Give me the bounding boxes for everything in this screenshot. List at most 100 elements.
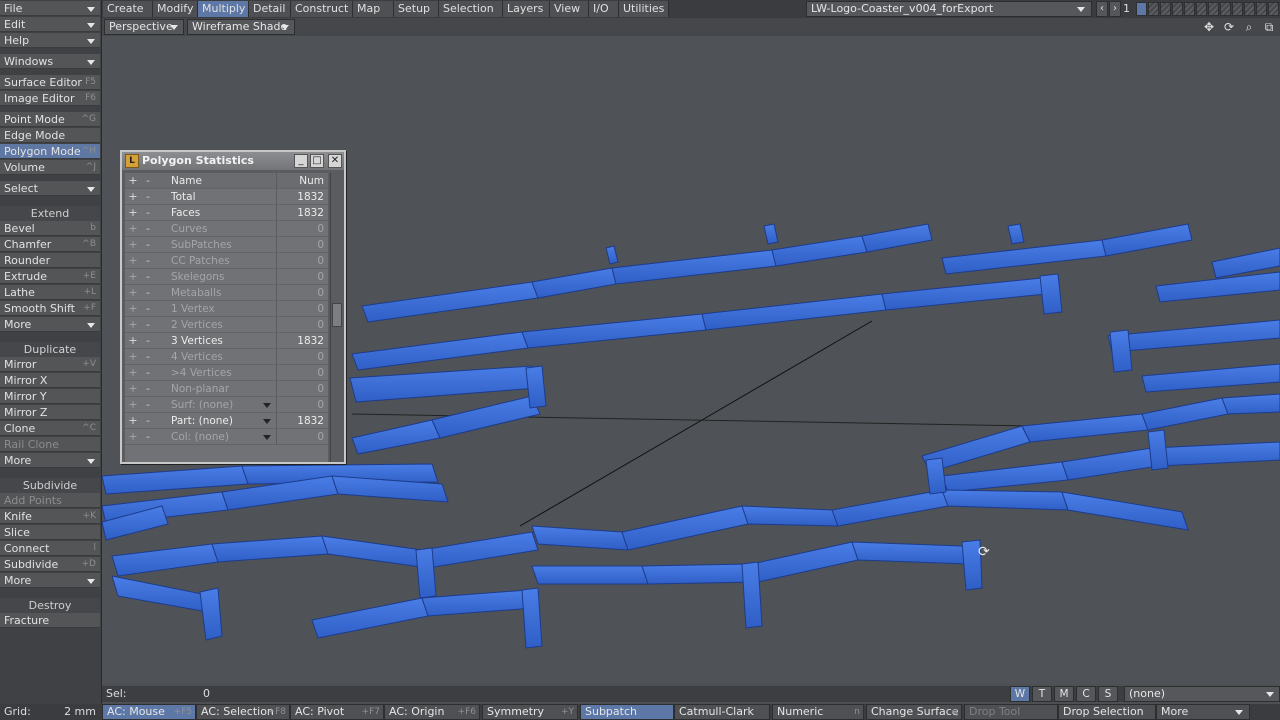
extrude-button[interactable]: Extrude +E bbox=[0, 269, 100, 284]
view-morph-button[interactable]: M bbox=[1054, 686, 1074, 702]
ac-origin-button[interactable]: AC: Origin +F6 bbox=[384, 704, 480, 720]
maximize-button[interactable]: □ bbox=[310, 154, 324, 168]
windows-menu[interactable]: Windows bbox=[0, 54, 100, 69]
rotate-view-icon[interactable]: ⟳ bbox=[1220, 19, 1238, 35]
minus-button[interactable]: - bbox=[141, 205, 155, 221]
vertex-map-select[interactable]: (none) bbox=[1124, 686, 1280, 702]
table-row[interactable]: + - SubPatches 0 bbox=[125, 237, 328, 253]
mirror-y-button[interactable]: Mirror Y bbox=[0, 389, 100, 404]
minus-button[interactable]: - bbox=[141, 349, 155, 365]
chamfer-button[interactable]: Chamfer ^B bbox=[0, 237, 100, 252]
layer-cell[interactable] bbox=[1172, 2, 1183, 16]
ac-pivot-button[interactable]: AC: Pivot +F7 bbox=[290, 704, 384, 720]
minus-button[interactable]: - bbox=[141, 429, 155, 445]
view-texture-button[interactable]: T bbox=[1032, 686, 1052, 702]
clone-button[interactable]: Clone ^C bbox=[0, 421, 100, 436]
view-wireframe-button[interactable]: W bbox=[1010, 686, 1030, 702]
plus-button[interactable]: + bbox=[125, 397, 141, 413]
plus-button[interactable]: + bbox=[125, 429, 141, 445]
scene-select[interactable]: LW-Logo-Coaster_v004_forExport bbox=[806, 1, 1092, 17]
slice-button[interactable]: Slice bbox=[0, 525, 100, 540]
minus-button[interactable]: - bbox=[141, 269, 155, 285]
move-view-icon[interactable]: ✥ bbox=[1200, 19, 1218, 35]
minus-button[interactable]: - bbox=[141, 333, 155, 349]
rail-clone-button[interactable]: Rail Clone bbox=[0, 437, 100, 452]
duplicate-more-menu[interactable]: More bbox=[0, 453, 100, 468]
ac-selection-button[interactable]: AC: Selection +F8 bbox=[196, 704, 290, 720]
minus-button[interactable]: - bbox=[141, 365, 155, 381]
plus-button[interactable]: + bbox=[125, 349, 141, 365]
layer-cell[interactable] bbox=[1136, 2, 1147, 16]
panel-scrollbar[interactable] bbox=[330, 173, 342, 462]
extend-more-menu[interactable]: More bbox=[0, 317, 100, 332]
lathe-button[interactable]: Lathe +L bbox=[0, 285, 100, 300]
chevron-down-icon[interactable] bbox=[263, 419, 271, 424]
plus-button[interactable]: + bbox=[125, 269, 141, 285]
catmull-clark-button[interactable]: Catmull-Clark bbox=[674, 704, 770, 720]
subdivide-button[interactable]: Subdivide +D bbox=[0, 557, 100, 572]
layer-cell[interactable] bbox=[1232, 2, 1243, 16]
edit-menu[interactable]: Edit bbox=[0, 17, 100, 32]
minus-button[interactable]: - bbox=[141, 285, 155, 301]
edge-mode-button[interactable]: Edge Mode bbox=[0, 128, 100, 143]
table-row[interactable]: + - 1 Vertex 0 bbox=[125, 301, 328, 317]
plus-button[interactable]: + bbox=[125, 237, 141, 253]
layer-next-button[interactable]: › bbox=[1109, 1, 1121, 17]
knife-button[interactable]: Knife +K bbox=[0, 509, 100, 524]
point-mode-button[interactable]: Point Mode ^G bbox=[0, 112, 100, 127]
polygon-mode-button[interactable]: Polygon Mode ^H bbox=[0, 144, 100, 159]
table-row[interactable]: + - Col: (none) 0 bbox=[125, 429, 328, 445]
mirror-z-button[interactable]: Mirror Z bbox=[0, 405, 100, 420]
tab-layers[interactable]: Layers bbox=[503, 1, 550, 17]
view-type-select[interactable]: Perspective bbox=[104, 19, 184, 35]
minus-button[interactable]: - bbox=[141, 317, 155, 333]
table-row[interactable]: + - Total 1832 bbox=[125, 189, 328, 205]
table-row[interactable]: + - Non-planar 0 bbox=[125, 381, 328, 397]
view-color-button[interactable]: C bbox=[1076, 686, 1096, 702]
more-menu[interactable]: More bbox=[1156, 704, 1250, 720]
drop-selection-button[interactable]: Drop Selection bbox=[1058, 704, 1156, 720]
tab-multiply[interactable]: Multiply bbox=[198, 1, 249, 17]
layer-cell[interactable] bbox=[1256, 2, 1267, 16]
layer-cell[interactable] bbox=[1160, 2, 1171, 16]
plus-button[interactable]: + bbox=[125, 333, 141, 349]
layer-prev-button[interactable]: ‹ bbox=[1096, 1, 1108, 17]
table-row[interactable]: + - Surf: (none) 0 bbox=[125, 397, 328, 413]
table-row[interactable]: + - 4 Vertices 0 bbox=[125, 349, 328, 365]
shading-select[interactable]: Wireframe Shade bbox=[187, 19, 295, 35]
layer-cell[interactable] bbox=[1184, 2, 1195, 16]
add-points-button[interactable]: Add Points bbox=[0, 493, 100, 508]
drop-tool-button[interactable]: Drop Tool bbox=[964, 704, 1058, 720]
plus-button[interactable]: + bbox=[125, 205, 141, 221]
tab-utilities[interactable]: Utilities bbox=[619, 1, 669, 17]
connect-button[interactable]: Connect l bbox=[0, 541, 100, 556]
maximize-view-icon[interactable]: ⧉ bbox=[1260, 19, 1278, 35]
layer-cell[interactable] bbox=[1268, 2, 1279, 16]
minus-button[interactable]: - bbox=[141, 381, 155, 397]
minus-button[interactable]: - bbox=[141, 397, 155, 413]
layer-cell[interactable] bbox=[1220, 2, 1231, 16]
plus-button[interactable]: + bbox=[125, 221, 141, 237]
view-sculpt-button[interactable]: S bbox=[1098, 686, 1118, 702]
tab-create[interactable]: Create bbox=[103, 1, 153, 17]
table-row[interactable]: + - Curves 0 bbox=[125, 221, 328, 237]
table-row[interactable]: + - 3 Vertices 1832 bbox=[125, 333, 328, 349]
tab-map[interactable]: Map bbox=[353, 1, 394, 17]
symmetry-button[interactable]: Symmetry +Y bbox=[482, 704, 578, 720]
table-row[interactable]: + - Skelegons 0 bbox=[125, 269, 328, 285]
select-menu[interactable]: Select bbox=[0, 181, 100, 196]
subdivide-more-menu[interactable]: More bbox=[0, 573, 100, 588]
bevel-button[interactable]: Bevel b bbox=[0, 221, 100, 236]
chevron-down-icon[interactable] bbox=[263, 403, 271, 408]
scrollbar-thumb[interactable] bbox=[332, 303, 342, 327]
plus-button[interactable]: + bbox=[125, 381, 141, 397]
file-menu[interactable]: File bbox=[0, 1, 100, 16]
plus-header[interactable]: + bbox=[125, 173, 141, 189]
tab-view[interactable]: View bbox=[550, 1, 589, 17]
layer-cell[interactable] bbox=[1148, 2, 1159, 16]
plus-button[interactable]: + bbox=[125, 413, 141, 429]
tab-io[interactable]: I/O bbox=[589, 1, 619, 17]
fracture-button[interactable]: Fracture bbox=[0, 613, 100, 628]
minus-button[interactable]: - bbox=[141, 301, 155, 317]
help-menu[interactable]: Help bbox=[0, 33, 100, 48]
